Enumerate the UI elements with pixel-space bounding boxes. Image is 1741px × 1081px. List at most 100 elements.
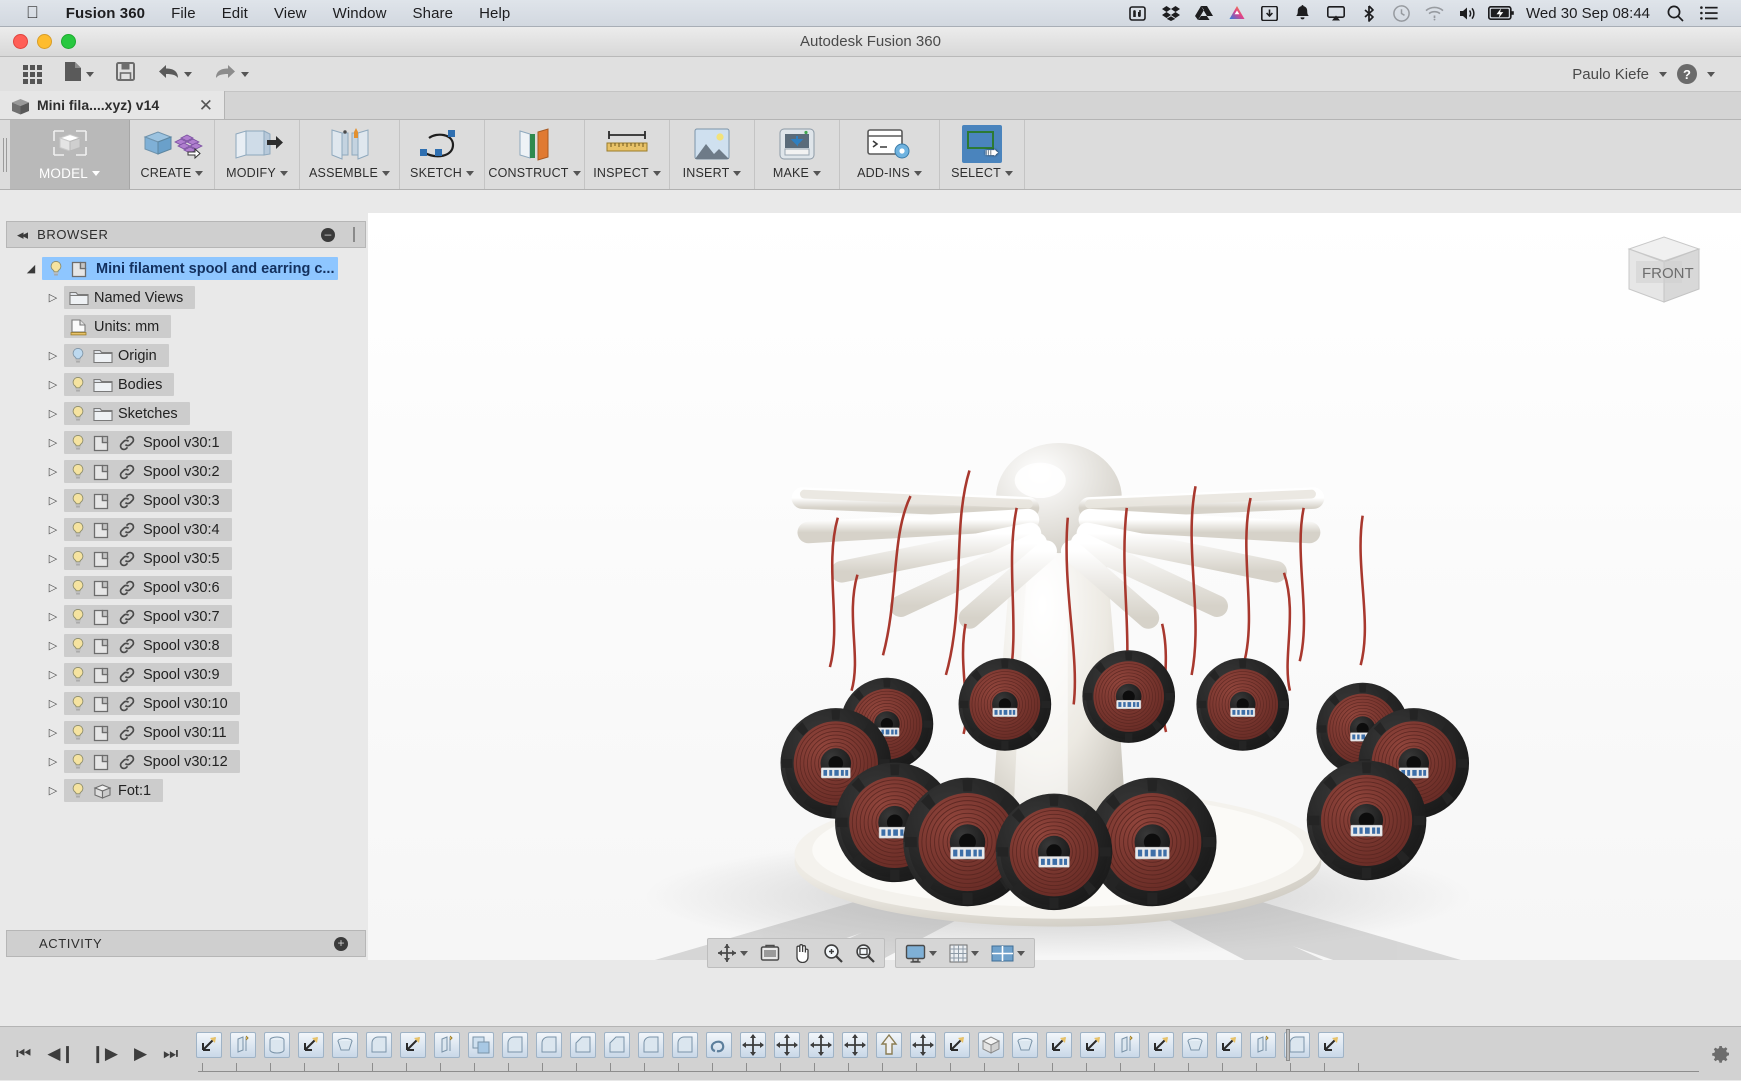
browser-tree-row[interactable]: ▷Spool v30:12 <box>6 747 366 776</box>
menu-item-edit[interactable]: Edit <box>209 5 261 22</box>
timeline-feature-icon[interactable] <box>1080 1032 1106 1058</box>
twisty-closed-icon[interactable]: ▷ <box>42 697 64 710</box>
twisty-closed-icon[interactable]: ▷ <box>42 349 64 362</box>
browser-tree-chip[interactable]: Spool v30:12 <box>64 750 240 773</box>
google-drive-icon[interactable] <box>1187 0 1220 27</box>
timeline-feature-icon[interactable] <box>876 1032 902 1058</box>
browser-tree-chip[interactable]: Units: mm <box>64 315 171 338</box>
browser-tree-chip[interactable]: Spool v30:6 <box>64 576 232 599</box>
ribbon-group-addins[interactable]: ADD-INS <box>840 120 940 189</box>
airplay-icon[interactable] <box>1319 0 1352 27</box>
timeline-feature-icon[interactable] <box>842 1032 868 1058</box>
timeline-feature-icon[interactable] <box>1216 1032 1242 1058</box>
browser-tree-row[interactable]: ▷Spool v30:1 <box>6 428 366 457</box>
timeline-feature-icon[interactable] <box>1182 1032 1208 1058</box>
new-document-button[interactable] <box>53 59 105 89</box>
minus-icon[interactable]: – <box>321 228 335 242</box>
timeline-feature-icon[interactable] <box>1318 1032 1344 1058</box>
dropbox-icon[interactable] <box>1154 0 1187 27</box>
bulb-icon[interactable] <box>69 376 87 394</box>
panel-resize-grip[interactable] <box>353 227 355 242</box>
browser-tree-row[interactable]: ▷Bodies <box>6 370 366 399</box>
twisty-closed-icon[interactable]: ▷ <box>42 436 64 449</box>
browser-tree-chip[interactable]: Spool v30:4 <box>64 518 232 541</box>
bulb-icon[interactable] <box>69 782 87 800</box>
step-forward-icon[interactable]: ❙▶ <box>91 1045 118 1062</box>
browser-tree-row[interactable]: ▷Spool v30:6 <box>6 573 366 602</box>
browser-tree-chip[interactable]: Mini filament spool and earring c... <box>42 257 338 280</box>
bulb-icon[interactable] <box>69 521 87 539</box>
ribbon-group-modify[interactable]: MODIFY <box>215 120 300 189</box>
go-to-end-icon[interactable]: ⏭ <box>163 1045 178 1062</box>
plus-icon[interactable]: + <box>334 937 348 951</box>
look-at-button[interactable] <box>757 944 783 962</box>
twisty-closed-icon[interactable]: ▷ <box>42 291 64 304</box>
browser-tree-chip[interactable]: Named Views <box>64 286 195 309</box>
zoom-in-button[interactable] <box>820 943 846 963</box>
timeline-track[interactable] <box>196 1027 1701 1081</box>
fit-button[interactable] <box>852 943 878 963</box>
user-name-label[interactable]: Paulo Kiefe <box>1572 66 1649 83</box>
bulb-icon[interactable] <box>69 608 87 626</box>
twisty-closed-icon[interactable]: ▷ <box>42 465 64 478</box>
browser-tree-row[interactable]: Units: mm <box>6 312 366 341</box>
time-machine-icon[interactable] <box>1385 0 1418 27</box>
twisty-closed-icon[interactable]: ▷ <box>42 610 64 623</box>
menu-item-window[interactable]: Window <box>320 5 400 22</box>
browser-tree-chip[interactable]: Bodies <box>64 373 174 396</box>
browser-tree-row[interactable]: ▷Named Views <box>6 283 366 312</box>
browser-tree-chip[interactable]: Sketches <box>64 402 190 425</box>
viewports-button[interactable] <box>988 945 1028 962</box>
browser-header[interactable]: ◂◂ BROWSER – <box>6 221 366 248</box>
bulb-icon[interactable] <box>69 405 87 423</box>
timeline-feature-icon[interactable] <box>570 1032 596 1058</box>
timeline-feature-icon[interactable] <box>706 1032 732 1058</box>
view-cube[interactable]: FRONT <box>1609 227 1719 319</box>
timeline-feature-icon[interactable] <box>808 1032 834 1058</box>
ribbon-workspace-model[interactable]: MODEL <box>10 120 130 189</box>
ribbon-group-create[interactable]: CREATE <box>130 120 215 189</box>
browser-tree-row[interactable]: ▷Spool v30:3 <box>6 486 366 515</box>
cloud-sync-icon[interactable] <box>1220 0 1253 27</box>
3d-viewport-canvas[interactable]: FRONT <box>368 213 1741 960</box>
wifi-icon[interactable] <box>1418 0 1451 27</box>
timeline-feature-icon[interactable] <box>672 1032 698 1058</box>
bulb-icon[interactable] <box>69 492 87 510</box>
display-settings-button[interactable] <box>902 944 940 963</box>
nvidia-icon[interactable] <box>1121 0 1154 27</box>
timeline-feature-icon[interactable] <box>944 1032 970 1058</box>
control-center-icon[interactable] <box>1692 0 1725 27</box>
browser-tree-chip[interactable]: Fot:1 <box>64 779 163 802</box>
ribbon-group-make[interactable]: MAKE <box>755 120 840 189</box>
go-to-beginning-icon[interactable]: ⏮ <box>16 1045 31 1062</box>
browser-tree-row[interactable]: ▷Spool v30:2 <box>6 457 366 486</box>
browser-tree-chip[interactable]: Spool v30:8 <box>64 634 232 657</box>
timeline-feature-icon[interactable] <box>502 1032 528 1058</box>
save-button[interactable] <box>105 59 146 89</box>
timeline-feature-icon[interactable] <box>978 1032 1004 1058</box>
twisty-closed-icon[interactable]: ▷ <box>42 639 64 652</box>
browser-tree-chip[interactable]: Spool v30:10 <box>64 692 240 715</box>
timeline-feature-icon[interactable] <box>1114 1032 1140 1058</box>
redo-button[interactable] <box>203 59 260 89</box>
bulb-icon[interactable] <box>69 463 87 481</box>
timeline-feature-icon[interactable] <box>1250 1032 1276 1058</box>
timeline-settings[interactable] <box>1701 1044 1741 1064</box>
timeline-feature-icon[interactable] <box>1148 1032 1174 1058</box>
bulb-icon[interactable] <box>47 260 65 278</box>
menu-item-file[interactable]: File <box>158 5 209 22</box>
browser-tree-row[interactable]: ▷Fot:1 <box>6 776 366 805</box>
apple-menu-icon[interactable]:  <box>26 4 39 21</box>
twisty-closed-icon[interactable]: ▷ <box>42 755 64 768</box>
bulb-icon[interactable] <box>69 695 87 713</box>
chevron-down-icon[interactable] <box>1707 72 1715 77</box>
menu-item-share[interactable]: Share <box>400 5 467 22</box>
bulb-icon[interactable] <box>69 753 87 771</box>
collapse-left-icon[interactable]: ◂◂ <box>17 227 26 243</box>
play-icon[interactable]: ▶ <box>134 1045 147 1062</box>
bulb-icon[interactable] <box>69 347 87 365</box>
twisty-closed-icon[interactable]: ▷ <box>42 552 64 565</box>
timeline-feature-icon[interactable] <box>604 1032 630 1058</box>
timeline-feature-icon[interactable] <box>366 1032 392 1058</box>
step-back-icon[interactable]: ◀❙ <box>47 1045 74 1062</box>
